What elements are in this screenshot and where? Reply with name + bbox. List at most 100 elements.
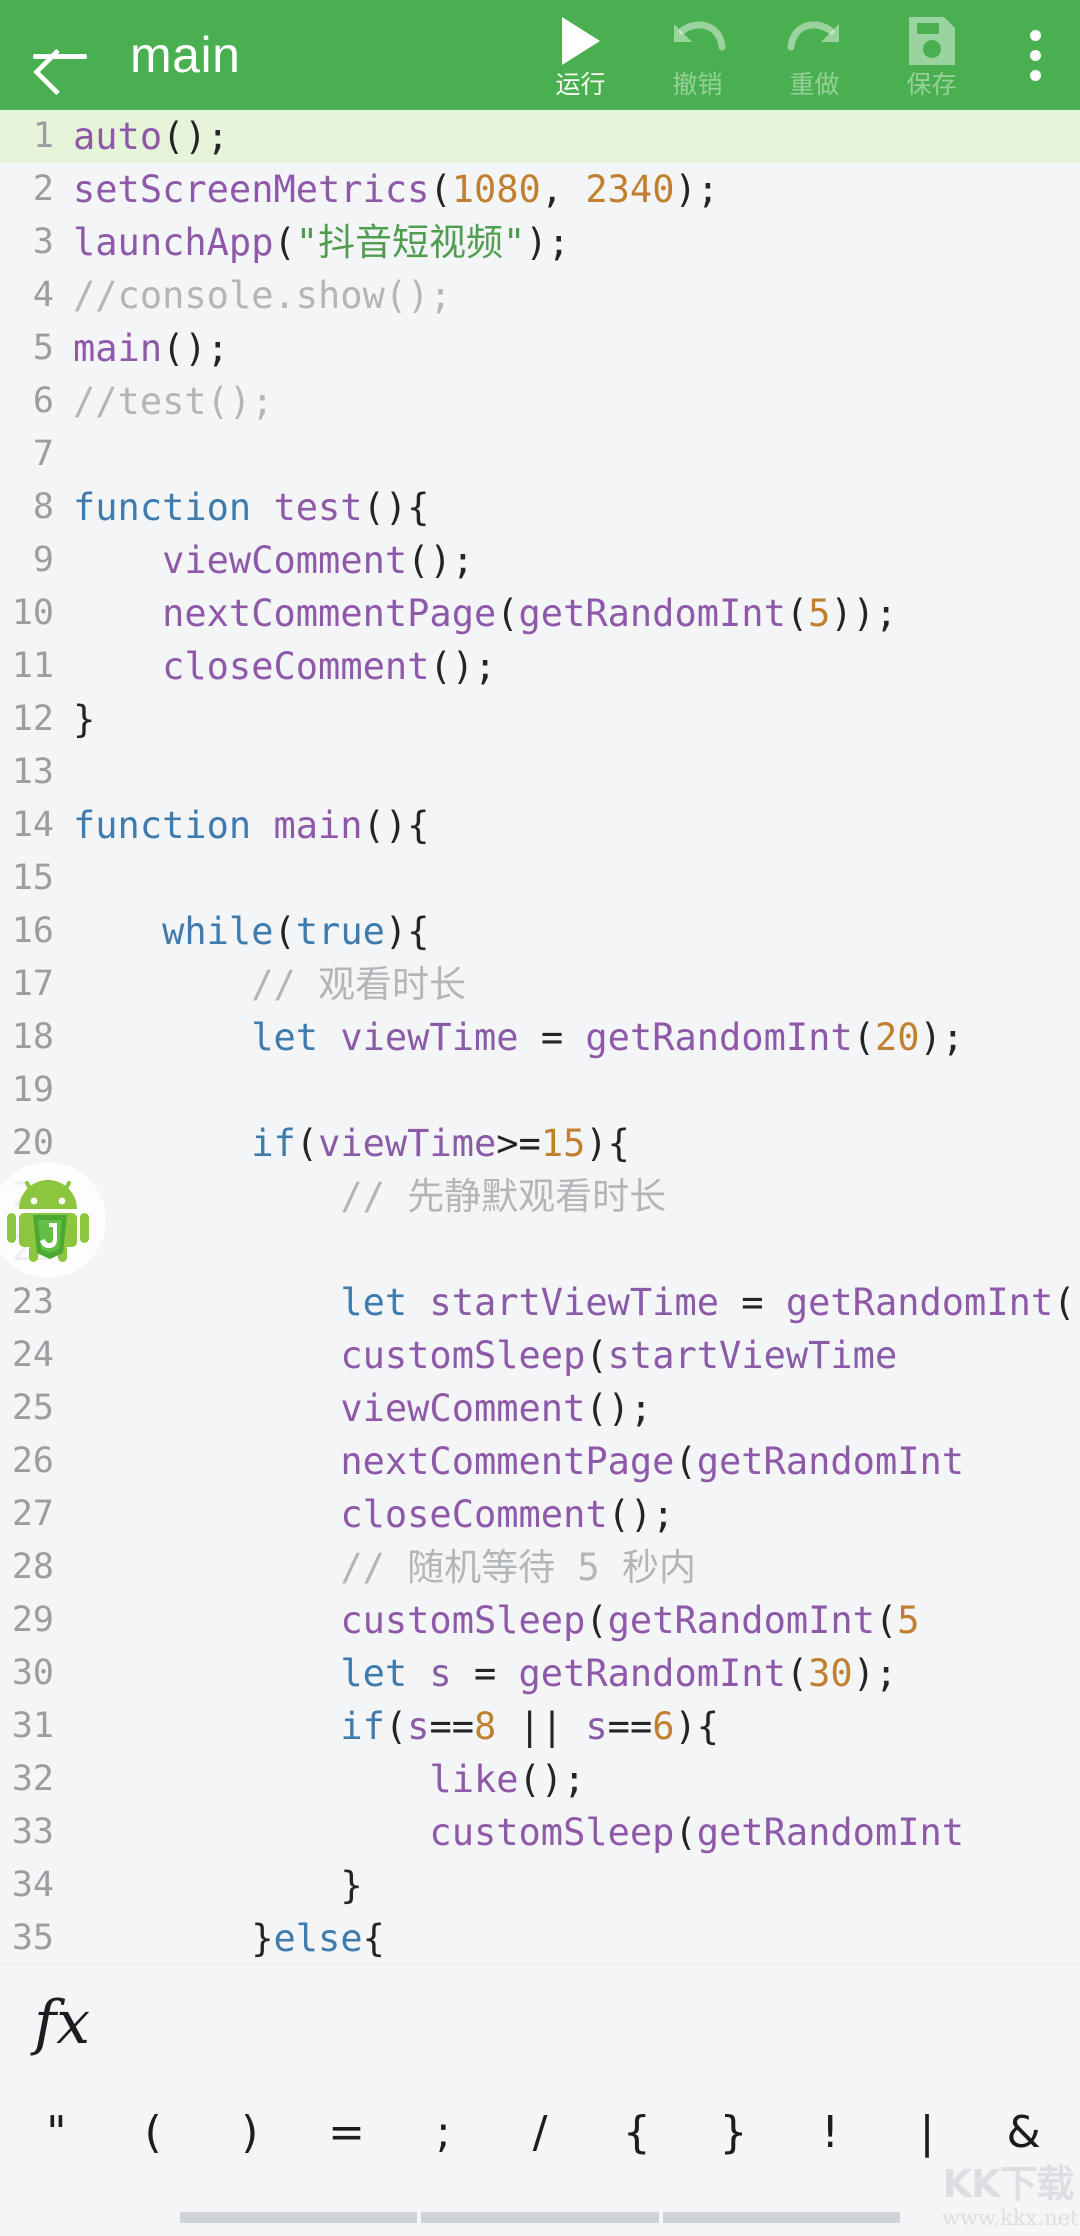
token-fn: main	[73, 327, 163, 370]
token-pun	[73, 539, 162, 582]
token-kw: let	[340, 1281, 430, 1324]
line-source: if(s==8 || s==6){	[54, 1700, 719, 1753]
line-number: 3	[32, 222, 54, 262]
code-line[interactable]: 34 }	[0, 1859, 1080, 1912]
code-lines[interactable]: 1 auto(); 2 setScreenMetrics(1080, 2340); 3 l…	[0, 110, 1080, 1963]
code-line[interactable]: 3 launchApp("抖音短视频");	[0, 216, 1080, 269]
code-line[interactable]: 9 viewComment();	[0, 534, 1080, 587]
symbol-key[interactable]: ;	[395, 2111, 492, 2155]
code-line[interactable]: 6 //test();	[0, 375, 1080, 428]
token-pun	[73, 1016, 251, 1059]
code-line[interactable]: 19	[0, 1064, 1080, 1117]
token-cmt: // 观看时长	[251, 963, 467, 1006]
token-cmt: // 随机等待 5 秒内	[340, 1546, 696, 1589]
symbol-toolbar[interactable]: "() =; /{}! | &	[0, 2082, 1080, 2184]
code-line[interactable]: 10 nextCommentPage(getRandomInt(5));	[0, 587, 1080, 640]
code-line[interactable]: 16 while(true){	[0, 905, 1080, 958]
horizontal-scrollbar[interactable]	[180, 2212, 900, 2223]
undo-button[interactable]: 撤销	[639, 0, 756, 110]
code-line[interactable]: 20 if(viewTime>=15){	[0, 1117, 1080, 1170]
token-pun	[73, 1811, 429, 1854]
code-line[interactable]: 15	[0, 852, 1080, 905]
code-line[interactable]: 23 let startViewTime = getRandomInt(	[0, 1276, 1080, 1329]
code-line[interactable]: 33 customSleep(getRandomInt	[0, 1806, 1080, 1859]
symbol-key[interactable]: )	[201, 2111, 298, 2155]
scrollbar-segment[interactable]	[421, 2212, 659, 2223]
token-num: 2340	[585, 168, 675, 211]
code-line[interactable]: 32 like();	[0, 1753, 1080, 1806]
line-source: viewComment();	[54, 534, 474, 587]
code-line[interactable]: 30 let s = getRandomInt(30);	[0, 1647, 1080, 1700]
code-line[interactable]: 26 nextCommentPage(getRandomInt	[0, 1435, 1080, 1488]
symbol-key[interactable]: "	[8, 2111, 105, 2155]
symbol-key[interactable]: /	[492, 2111, 589, 2155]
symbol-key[interactable]: }	[685, 2111, 782, 2155]
token-num: 15	[540, 1122, 586, 1165]
token-fn: customSleep	[429, 1811, 675, 1854]
scrollbar-segment[interactable]	[662, 2212, 900, 2223]
code-line[interactable]: 12}	[0, 693, 1080, 746]
line-number: 13	[11, 752, 54, 792]
symbol-key[interactable]: (	[105, 2111, 202, 2155]
run-button[interactable]: 运行	[522, 0, 639, 110]
token-pun	[73, 1864, 340, 1907]
code-line[interactable]: 11 closeComment();	[0, 640, 1080, 693]
token-fn: viewComment	[340, 1387, 586, 1430]
token-pun: ));	[830, 592, 898, 635]
fx-button[interactable]: fx	[22, 1989, 102, 2057]
code-line[interactable]: 27 closeComment();	[0, 1488, 1080, 1541]
token-pun: ();	[162, 115, 229, 158]
symbol-key[interactable]: &	[975, 2111, 1072, 2155]
symbol-key[interactable]: {	[588, 2111, 685, 2155]
autojs-android-robot-icon[interactable]	[0, 1162, 106, 1278]
token-pun	[73, 963, 251, 1006]
code-line[interactable]: 25 viewComment();	[0, 1382, 1080, 1435]
code-line[interactable]: 13	[0, 746, 1080, 799]
code-line[interactable]: 1 auto();	[0, 110, 1080, 163]
symbol-key[interactable]: !	[782, 2111, 879, 2155]
token-fn: closeComment	[340, 1493, 608, 1536]
code-line[interactable]: 8 function test(){	[0, 481, 1080, 534]
line-number: 34	[11, 1865, 54, 1905]
token-kw: true	[295, 910, 385, 953]
scrollbar-segment[interactable]	[180, 2212, 418, 2223]
token-pun	[73, 1175, 340, 1218]
code-line[interactable]: 18 let viewTime = getRandomInt(20);	[0, 1011, 1080, 1064]
code-line[interactable]: 4 //console.show();	[0, 269, 1080, 322]
code-line[interactable]: 5 main();	[0, 322, 1080, 375]
code-line[interactable]: 24 customSleep(startViewTime	[0, 1329, 1080, 1382]
code-line[interactable]: 28 // 随机等待 5 秒内	[0, 1541, 1080, 1594]
code-line[interactable]: 2 setScreenMetrics(1080, 2340);	[0, 163, 1080, 216]
symbol-key[interactable]: |	[879, 2111, 976, 2155]
line-source: }	[54, 1859, 362, 1912]
line-source: function test(){	[54, 481, 429, 534]
line-number: 19	[11, 1070, 54, 1110]
token-pun: (	[273, 910, 296, 953]
code-line[interactable]: 14 function main(){	[0, 799, 1080, 852]
code-line[interactable]: 21 // 先静默观看时长	[0, 1170, 1080, 1223]
redo-button[interactable]: 重做	[756, 0, 873, 110]
token-fn: auto	[73, 115, 163, 158]
code-line[interactable]: 17 // 观看时长	[0, 958, 1080, 1011]
token-pun: (	[273, 221, 296, 264]
line-source: setScreenMetrics(1080, 2340);	[54, 163, 719, 216]
code-line[interactable]: 29 customSleep(getRandomInt(5	[0, 1594, 1080, 1647]
code-line[interactable]: 7	[0, 428, 1080, 481]
code-line[interactable]: 35 }else{	[0, 1912, 1080, 1963]
code-line[interactable]: 22	[0, 1223, 1080, 1276]
app-bar: main 运行 撤销 重做 保存	[0, 0, 1080, 110]
undo-icon	[668, 14, 728, 68]
code-line[interactable]: 31 if(s==8 || s==6){	[0, 1700, 1080, 1753]
token-fn: launchApp	[73, 221, 274, 264]
line-number: 8	[32, 487, 54, 527]
token-num: 8	[474, 1705, 497, 1748]
line-source: function main(){	[54, 799, 429, 852]
token-fn: getRandomInt	[585, 1016, 853, 1059]
line-source: like();	[54, 1753, 585, 1806]
token-pun: ();	[162, 327, 229, 370]
symbol-key[interactable]: =	[298, 2111, 395, 2155]
code-editor[interactable]: 1 auto(); 2 setScreenMetrics(1080, 2340); 3 l…	[0, 110, 1080, 1963]
back-button[interactable]	[0, 0, 120, 110]
more-vertical-icon[interactable]	[990, 0, 1080, 110]
save-button[interactable]: 保存	[873, 0, 990, 110]
